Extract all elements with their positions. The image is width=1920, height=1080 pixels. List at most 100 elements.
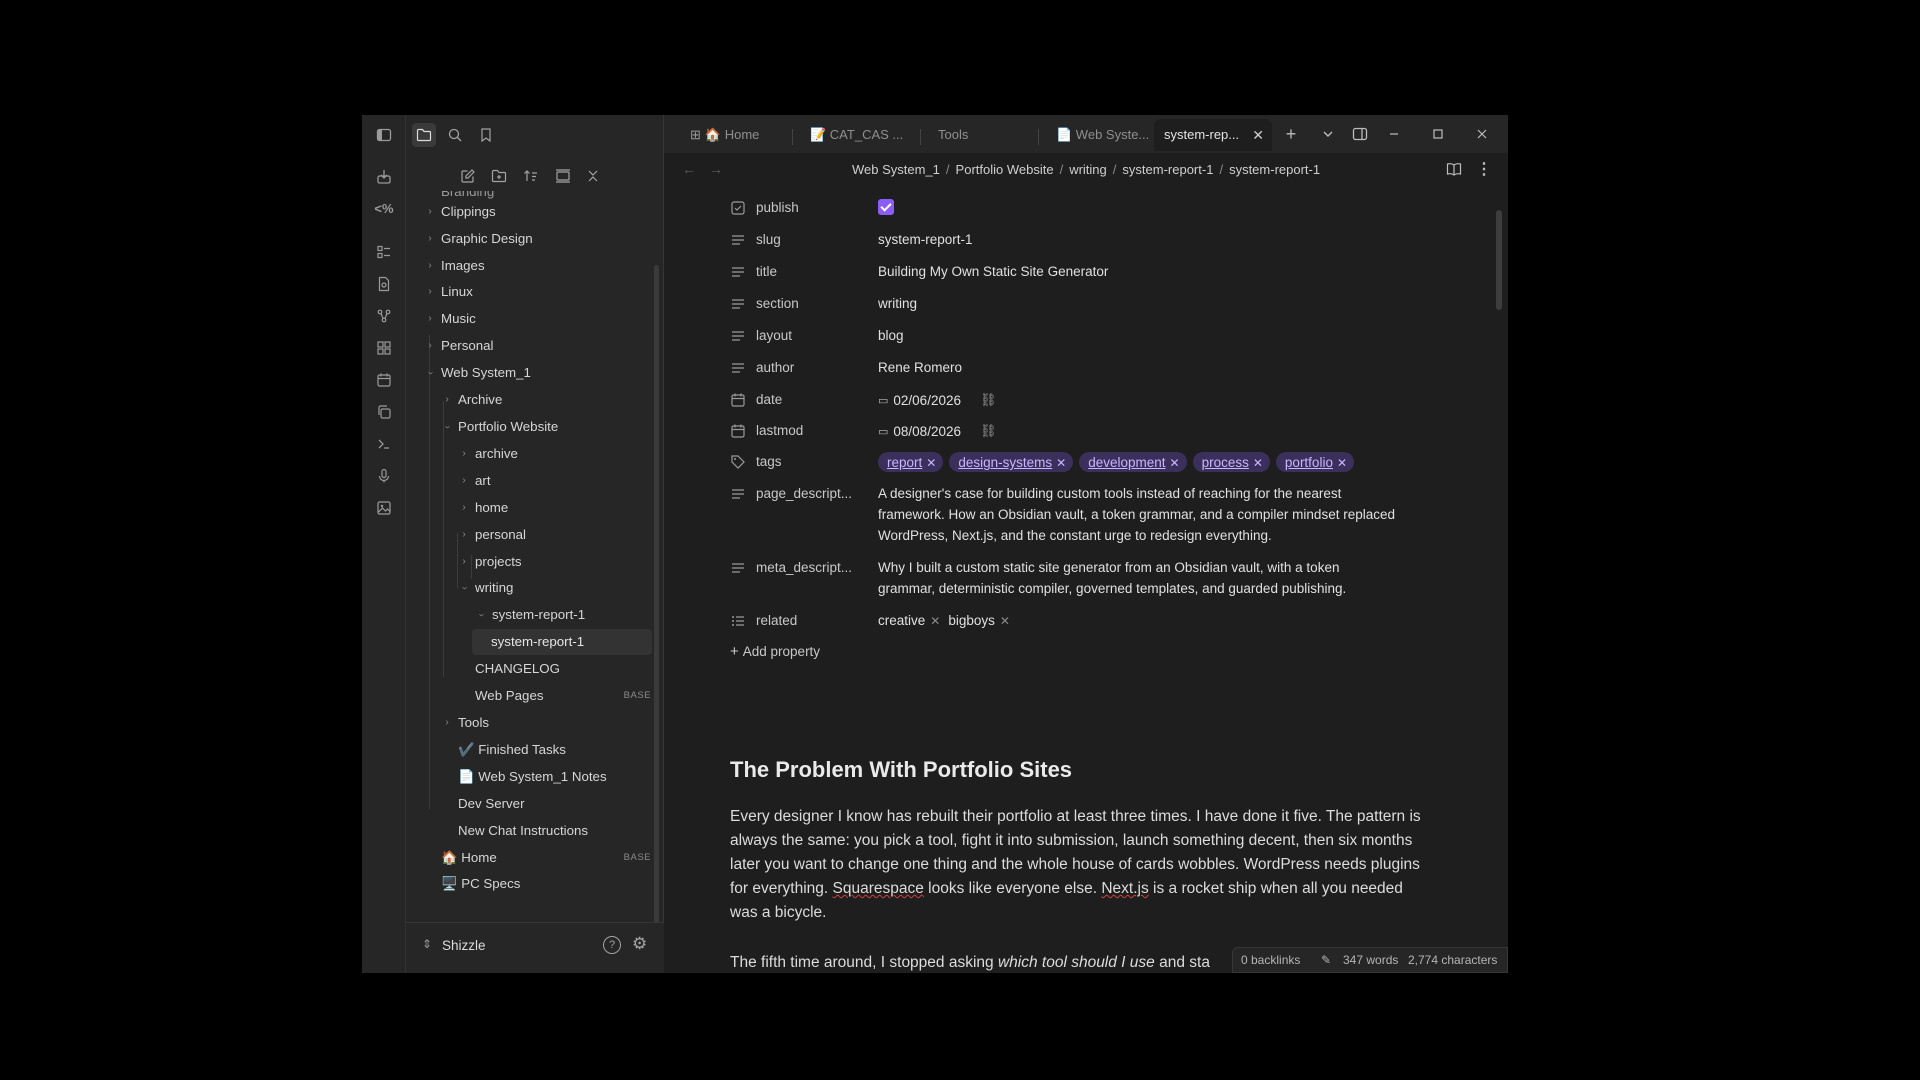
link-icon[interactable]: ⛓ <box>980 423 997 439</box>
tab-list-chevron-down-icon[interactable] <box>1316 123 1340 145</box>
tab-home[interactable]: ⊞ 🏠 Home <box>680 119 784 151</box>
tab-system-report-active[interactable]: system-rep... ✕ <box>1154 119 1272 151</box>
checkbox-checked-icon[interactable] <box>878 199 894 215</box>
reading-view-icon[interactable] <box>1446 161 1462 182</box>
related-item[interactable]: bigboys ✕ <box>948 613 1010 628</box>
file-search-icon[interactable] <box>372 272 396 296</box>
table-icon: ⊞ <box>690 127 701 142</box>
remove-tag-icon[interactable]: ✕ <box>1253 452 1263 474</box>
vault-name[interactable]: Shizzle <box>442 938 486 953</box>
date-input[interactable]: ▭ 02/06/2026 ⛓ <box>878 392 997 408</box>
canvas-icon[interactable] <box>372 336 396 360</box>
tag-pill[interactable]: design-systems ✕ <box>949 452 1074 474</box>
tags-list: report ✕ design-systems ✕ development ✕ proces… <box>878 452 1360 472</box>
search-icon[interactable] <box>443 123 467 147</box>
related-item[interactable]: creative ✕ <box>878 613 940 628</box>
breadcrumb-item[interactable]: Web System_1 <box>852 162 940 177</box>
tree-file-new-chat-instructions[interactable]: New Chat Instructions <box>458 818 588 844</box>
breadcrumb-item[interactable]: Portfolio Website <box>956 162 1054 177</box>
remove-item-icon[interactable]: ✕ <box>930 614 940 628</box>
tab-web-system[interactable]: 📄 Web Syste... <box>1046 119 1152 151</box>
tree-folder-system-report[interactable]: › system-report-1 <box>476 602 585 628</box>
remove-tag-icon[interactable]: ✕ <box>1056 452 1066 474</box>
collapse-all-icon[interactable] <box>552 165 574 187</box>
breadcrumb-item[interactable]: writing <box>1069 162 1107 177</box>
tree-file-finished-tasks[interactable]: ✔️ Finished Tasks <box>458 737 566 763</box>
publish-checkbox[interactable] <box>878 199 894 218</box>
link-icon[interactable]: ⛓ <box>980 392 997 408</box>
close-tab-icon[interactable]: ✕ <box>1252 119 1264 151</box>
gear-icon[interactable]: ⚙ <box>632 934 647 954</box>
more-options-icon[interactable]: ⋮ <box>1476 159 1492 179</box>
list-icon[interactable] <box>372 240 396 264</box>
close-window-icon[interactable] <box>1470 123 1494 145</box>
copy-icon[interactable] <box>372 400 396 424</box>
tree-file-system-report-active[interactable]: system-report-1 <box>472 629 652 655</box>
new-tab-icon[interactable]: + <box>1279 123 1303 145</box>
character-count[interactable]: 2,774 characters <box>1408 948 1497 972</box>
back-arrow-icon[interactable]: ← <box>682 161 696 177</box>
remove-item-icon[interactable]: ✕ <box>1000 614 1010 628</box>
tree-folder-portfolio-website[interactable]: › Portfolio Website <box>442 414 558 440</box>
right-sidebar-toggle-icon[interactable] <box>1348 123 1372 145</box>
tree-folder-linux[interactable]: › Linux <box>426 279 472 305</box>
pencil-icon[interactable]: ✎ <box>1321 948 1331 972</box>
tree-file-web-system-notes[interactable]: 📄 Web System_1 Notes <box>458 764 607 790</box>
minimize-icon[interactable] <box>1382 123 1406 145</box>
tab-tools[interactable]: Tools <box>928 119 1028 151</box>
tree-folder-art[interactable]: › art <box>460 468 490 494</box>
close-icon[interactable] <box>582 165 604 187</box>
tag-pill[interactable]: portfolio ✕ <box>1275 452 1355 474</box>
tree-folder-tools[interactable]: › Tools <box>443 710 489 736</box>
tree-folder-writing[interactable]: › writing <box>459 575 513 601</box>
editor-scrollbar[interactable] <box>1496 210 1502 310</box>
tree-file-home[interactable]: 🏠 Home BASE <box>441 845 651 871</box>
add-property-button[interactable]: + Add property <box>730 643 820 660</box>
breadcrumb-item[interactable]: system-report-1 <box>1122 162 1213 177</box>
tree-folder-personal[interactable]: › Personal <box>426 333 493 359</box>
tag-pill[interactable]: process ✕ <box>1192 452 1270 474</box>
calendar-icon[interactable] <box>372 368 396 392</box>
tree-file-web-pages[interactable]: Web Pages BASE <box>475 683 651 709</box>
tag-pill[interactable]: development ✕ <box>1079 452 1187 474</box>
tree-folder-home[interactable]: › home <box>460 495 508 521</box>
sort-icon[interactable] <box>520 165 542 187</box>
graph-icon[interactable] <box>372 304 396 328</box>
import-icon[interactable] <box>372 165 396 189</box>
tree-folder-clippings[interactable]: › Clippings <box>426 199 495 225</box>
new-note-icon[interactable] <box>457 165 479 187</box>
tab-cat-cas[interactable]: 📝 CAT_CAS ... <box>800 119 910 151</box>
templater-icon[interactable]: <% <box>372 196 396 220</box>
tree-file-pc-specs[interactable]: 🖥️ PC Specs <box>441 871 520 897</box>
image-icon[interactable] <box>372 496 396 520</box>
sidebar-toggle-icon[interactable] <box>372 123 396 147</box>
tag-pill[interactable]: report ✕ <box>878 452 944 474</box>
tree-folder-web-system[interactable]: › Web System_1 <box>425 360 531 386</box>
backlinks-count[interactable]: 0 backlinks <box>1241 948 1300 972</box>
word-count[interactable]: 347 words <box>1343 948 1398 972</box>
new-folder-icon[interactable] <box>488 165 510 187</box>
tree-folder-archive[interactable]: › Archive <box>443 387 502 413</box>
remove-tag-icon[interactable]: ✕ <box>926 452 936 474</box>
bookmark-icon[interactable] <box>474 123 498 147</box>
breadcrumb-current[interactable]: system-report-1 <box>1229 162 1320 177</box>
remove-tag-icon[interactable]: ✕ <box>1337 452 1347 474</box>
help-icon[interactable]: ? <box>603 936 621 954</box>
microphone-icon[interactable] <box>372 464 396 488</box>
chevron-updown-icon[interactable]: ⇕ <box>422 937 432 951</box>
tree-folder-images[interactable]: › Images <box>426 253 484 279</box>
forward-arrow-icon[interactable]: → <box>709 161 723 177</box>
tree-folder-music[interactable]: › Music <box>426 306 475 332</box>
tree-folder-archive-sub[interactable]: › archive <box>460 441 518 467</box>
terminal-icon[interactable] <box>372 432 396 456</box>
tree-folder-projects[interactable]: › projects <box>460 549 521 575</box>
sidebar-scrollbar[interactable] <box>654 265 659 925</box>
tree-file-changelog[interactable]: CHANGELOG <box>475 656 560 682</box>
tree-folder-graphic-design[interactable]: › Graphic Design <box>426 226 532 252</box>
lastmod-input[interactable]: ▭ 08/08/2026 ⛓ <box>878 423 997 439</box>
remove-tag-icon[interactable]: ✕ <box>1170 452 1180 474</box>
tree-file-dev-server[interactable]: Dev Server <box>458 791 525 817</box>
folder-icon[interactable] <box>412 123 436 147</box>
maximize-icon[interactable] <box>1426 123 1450 145</box>
tree-folder-personal-sub[interactable]: › personal <box>460 522 526 548</box>
